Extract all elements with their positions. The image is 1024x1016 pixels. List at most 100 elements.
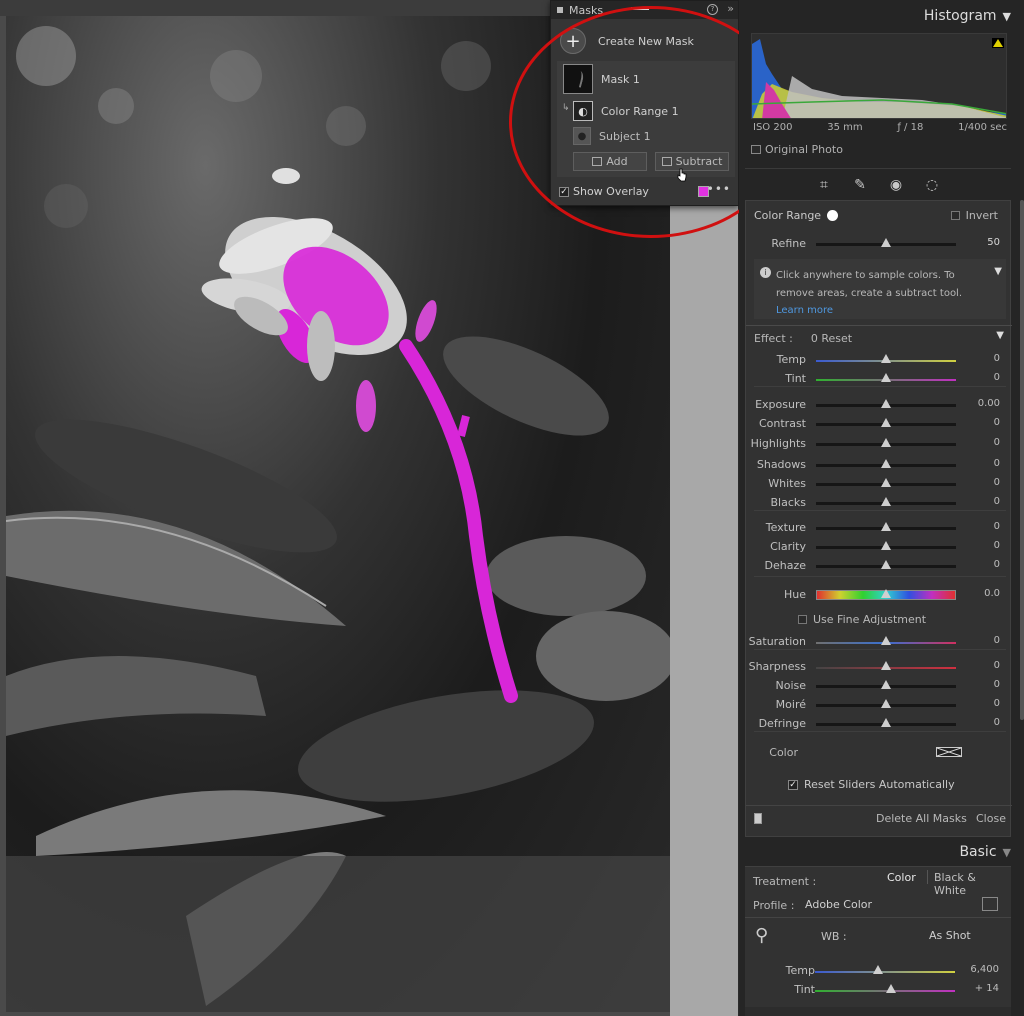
collapse-triangle-icon[interactable]: ▼ xyxy=(1003,10,1011,23)
moir-value[interactable]: 0 xyxy=(994,698,1000,709)
invert-row[interactable]: Invert xyxy=(950,209,998,222)
moir-slider-row[interactable]: Moiré 0 xyxy=(746,696,1012,714)
hue-value[interactable]: 0.0 xyxy=(984,588,1000,599)
temp-slider-knob[interactable] xyxy=(873,965,883,974)
exposure-value[interactable]: 0.00 xyxy=(978,398,1000,409)
mask-thumbnail[interactable] xyxy=(563,64,593,94)
dehaze-slider-row[interactable]: Dehaze 0 xyxy=(746,557,1012,575)
add-button[interactable]: Add xyxy=(573,152,647,171)
shadows-slider-knob[interactable] xyxy=(881,459,891,468)
saturation-slider-knob[interactable] xyxy=(881,636,891,645)
temp-value[interactable]: 0 xyxy=(994,353,1000,364)
panel-scrollbar[interactable] xyxy=(1020,200,1024,720)
color-range-label[interactable]: Color Range 1 xyxy=(601,105,679,118)
fine-adjustment-row[interactable]: Use Fine Adjustment xyxy=(798,613,926,626)
mask-component-color-range[interactable]: ◐ Color Range 1 xyxy=(573,101,679,121)
profile-browser-icon[interactable] xyxy=(982,897,998,911)
noise-value[interactable]: 0 xyxy=(994,679,1000,690)
contrast-value[interactable]: 0 xyxy=(994,417,1000,428)
clarity-slider-row[interactable]: Clarity 0 xyxy=(746,538,1012,556)
texture-value[interactable]: 0 xyxy=(994,521,1000,532)
histogram-header[interactable]: Histogram ▼ xyxy=(745,2,1013,30)
panel-grip-icon[interactable] xyxy=(557,7,563,13)
contrast-slider-row[interactable]: Contrast 0 xyxy=(746,415,1012,433)
color-sampler-icon[interactable] xyxy=(827,210,839,221)
defringe-value[interactable]: 0 xyxy=(994,717,1000,728)
dehaze-value[interactable]: 0 xyxy=(994,559,1000,570)
exposure-slider-row[interactable]: Exposure 0.00 xyxy=(746,396,1012,414)
subtract-button[interactable]: Subtract xyxy=(655,152,729,171)
tint-slider-knob[interactable] xyxy=(881,373,891,382)
temp-slider-row[interactable]: Temp 6,400 xyxy=(745,962,1011,980)
defringe-slider-knob[interactable] xyxy=(881,718,891,727)
refine-value[interactable]: 50 xyxy=(987,237,1000,248)
refine-slider-row[interactable]: Refine 50 xyxy=(746,235,1012,253)
saturation-value[interactable]: 0 xyxy=(994,635,1000,646)
temp-slider-knob[interactable] xyxy=(881,354,891,363)
blacks-slider-knob[interactable] xyxy=(881,497,891,506)
highlights-value[interactable]: 0 xyxy=(994,437,1000,448)
refine-slider-knob[interactable] xyxy=(881,238,891,247)
temp-value[interactable]: 6,400 xyxy=(970,964,999,975)
histogram-graph[interactable] xyxy=(751,33,1007,119)
learn-more-link[interactable]: Learn more xyxy=(776,305,833,316)
create-new-mask-label[interactable]: Create New Mask xyxy=(598,35,694,48)
sharpness-slider-knob[interactable] xyxy=(881,661,891,670)
basic-header[interactable]: Basic ▼ xyxy=(745,838,1013,866)
contrast-slider-knob[interactable] xyxy=(881,418,891,427)
reset-sliders-label[interactable]: Reset Sliders Automatically xyxy=(804,778,955,791)
mask-toggle-icon[interactable] xyxy=(754,813,762,824)
plus-icon[interactable]: + xyxy=(560,28,586,54)
shadows-slider-row[interactable]: Shadows 0 xyxy=(746,456,1012,474)
original-photo-row[interactable]: Original Photo xyxy=(751,143,843,156)
color-row[interactable]: Color xyxy=(746,744,1012,762)
mask1-label[interactable]: Mask 1 xyxy=(601,73,640,86)
invert-label[interactable]: Invert xyxy=(966,209,998,222)
noise-slider-knob[interactable] xyxy=(881,680,891,689)
clarity-value[interactable]: 0 xyxy=(994,540,1000,551)
whites-slider-row[interactable]: Whites 0 xyxy=(746,475,1012,493)
tint-value[interactable]: 0 xyxy=(994,372,1000,383)
heal-icon[interactable]: ✎ xyxy=(851,176,869,194)
show-overlay-row[interactable]: ✓ Show Overlay ••• xyxy=(559,182,735,198)
profile-dropdown[interactable]: Adobe Color xyxy=(805,898,872,911)
hue-slider-knob[interactable] xyxy=(881,589,891,598)
show-overlay-label[interactable]: Show Overlay xyxy=(573,185,649,198)
more-options-icon[interactable]: ••• xyxy=(707,182,731,196)
blacks-value[interactable]: 0 xyxy=(994,496,1000,507)
effect-row[interactable]: Effect : 0 Reset xyxy=(754,332,852,345)
effect-collapse-icon[interactable]: ▼ xyxy=(996,330,1004,341)
reset-sliders-checkbox[interactable]: ✓ xyxy=(788,779,798,790)
masks-title-bar[interactable]: Masks ? » xyxy=(551,1,738,19)
show-overlay-checkbox[interactable]: ✓ xyxy=(559,186,569,197)
texture-slider-knob[interactable] xyxy=(881,522,891,531)
color-swatch-icon[interactable] xyxy=(936,747,962,757)
sharpness-slider-row[interactable]: Sharpness 0 xyxy=(746,658,1012,676)
reset-sliders-row[interactable]: ✓ Reset Sliders Automatically xyxy=(788,778,955,791)
effect-preset-dropdown[interactable]: 0 Reset xyxy=(811,332,852,345)
temp-slider-track[interactable] xyxy=(815,971,955,973)
mask-component-subject[interactable]: ● Subject 1 xyxy=(573,127,651,145)
fine-adjustment-label[interactable]: Use Fine Adjustment xyxy=(813,613,926,626)
highlights-slider-knob[interactable] xyxy=(881,438,891,447)
noise-slider-row[interactable]: Noise 0 xyxy=(746,677,1012,695)
exposure-slider-knob[interactable] xyxy=(881,399,891,408)
crop-icon[interactable]: ⌗ xyxy=(815,176,833,194)
collapse-triangle-icon[interactable]: ▼ xyxy=(1003,846,1011,859)
mask-icon[interactable]: ◌ xyxy=(923,176,941,194)
collapse-panel-icon[interactable]: » xyxy=(727,2,734,15)
temp-slider-row[interactable]: Temp 0 xyxy=(746,351,1012,369)
invert-checkbox[interactable] xyxy=(950,211,960,220)
help-icon[interactable]: ? xyxy=(707,4,718,15)
mask-item-mask1[interactable]: Mask 1 xyxy=(563,64,640,94)
wb-dropdown[interactable]: As Shot xyxy=(929,929,971,942)
tint-value[interactable]: + 14 xyxy=(975,983,999,994)
tint-slider-knob[interactable] xyxy=(885,984,896,993)
redeye-icon[interactable]: ◉ xyxy=(887,176,905,194)
moir-slider-knob[interactable] xyxy=(881,699,891,708)
treatment-color-button[interactable]: Color xyxy=(887,871,916,884)
highlights-slider-row[interactable]: Highlights 0 xyxy=(746,435,1012,453)
fine-adjustment-checkbox[interactable] xyxy=(798,615,807,624)
hint-collapse-icon[interactable]: ▼ xyxy=(994,266,1002,277)
original-photo-checkbox[interactable] xyxy=(751,145,761,154)
